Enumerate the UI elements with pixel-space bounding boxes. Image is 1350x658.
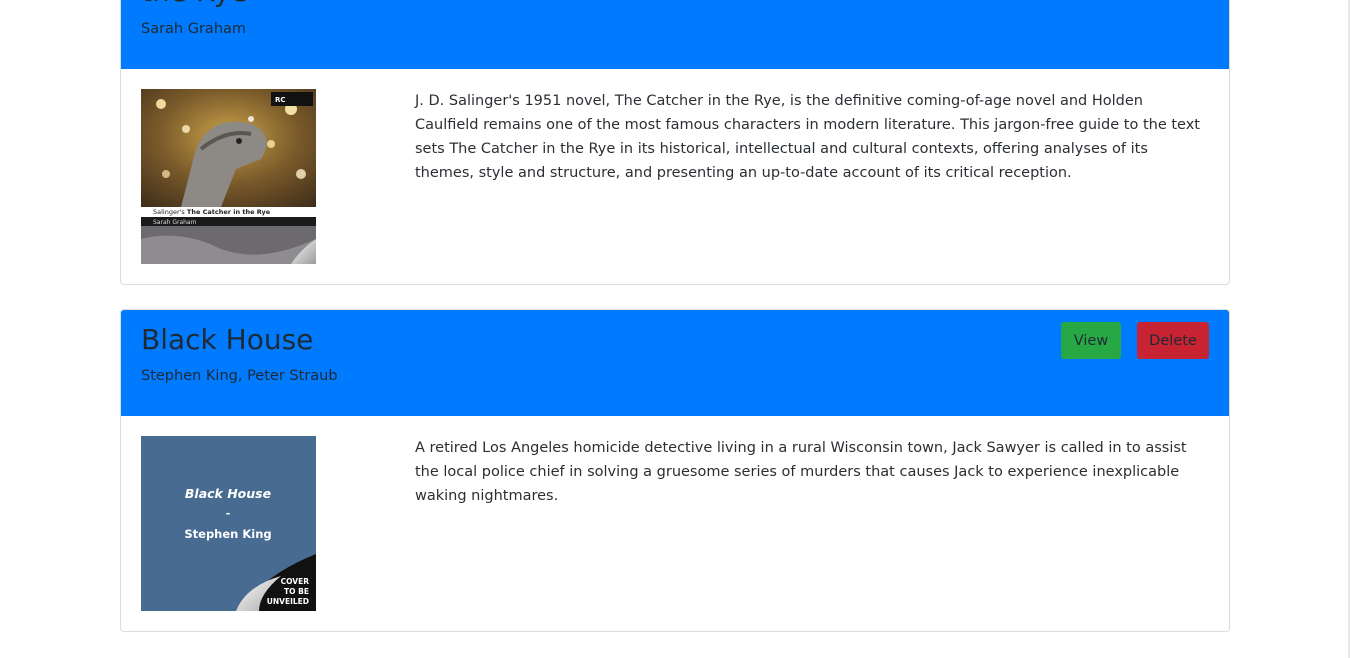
delete-button[interactable]: Delete [1137, 322, 1209, 359]
book-cover: RC Salinger's The Catcher in the Rye Sar… [141, 89, 316, 264]
view-button[interactable]: View [1061, 322, 1121, 359]
cover-corner-line-1: COVER [281, 577, 310, 586]
catcher-cover-image: RC Salinger's The Catcher in the Rye Sar… [141, 89, 316, 264]
cover-author: Stephen King [184, 527, 271, 541]
cover-title-prefix: Salinger's [153, 208, 185, 216]
book-card: Black House Stephen King, Peter Straub V… [120, 309, 1230, 632]
book-title: the Rye [141, 0, 248, 9]
book-title: Black House [141, 323, 314, 356]
book-description: J. D. Salinger's 1951 novel, The Catcher… [415, 93, 1200, 181]
card-header: the Rye Sarah Graham [121, 0, 1229, 69]
cover-title: Black House [185, 486, 271, 501]
book-description: A retired Los Angeles homicide detective… [415, 440, 1187, 504]
book-authors: Sarah Graham [141, 21, 247, 37]
card-header: Black House Stephen King, Peter Straub V… [121, 310, 1229, 416]
cover-title: The Catcher in the Rye [187, 208, 271, 216]
book-authors: Stephen King, Peter Straub [141, 368, 338, 384]
cover-author: Sarah Graham [153, 219, 197, 226]
black-house-cover-image: Black House - Stephen King COVER TO BE U… [141, 436, 316, 611]
book-card: the Rye Sarah Graham [120, 0, 1230, 285]
svg-text:Salinger's The Catch: Salinger's The Catcher in the Rye [153, 208, 271, 216]
card-body: RC Salinger's The Catcher in the Rye Sar… [121, 69, 1229, 283]
cover-corner-line-3: UNVEILED [267, 597, 309, 606]
cover-dash: - [226, 507, 231, 520]
series-badge: RC [275, 96, 286, 104]
card-body: Black House - Stephen King COVER TO BE U… [121, 416, 1229, 630]
cover-corner-line-2: TO BE [284, 587, 309, 596]
book-cover: Black House - Stephen King COVER TO BE U… [141, 436, 316, 611]
